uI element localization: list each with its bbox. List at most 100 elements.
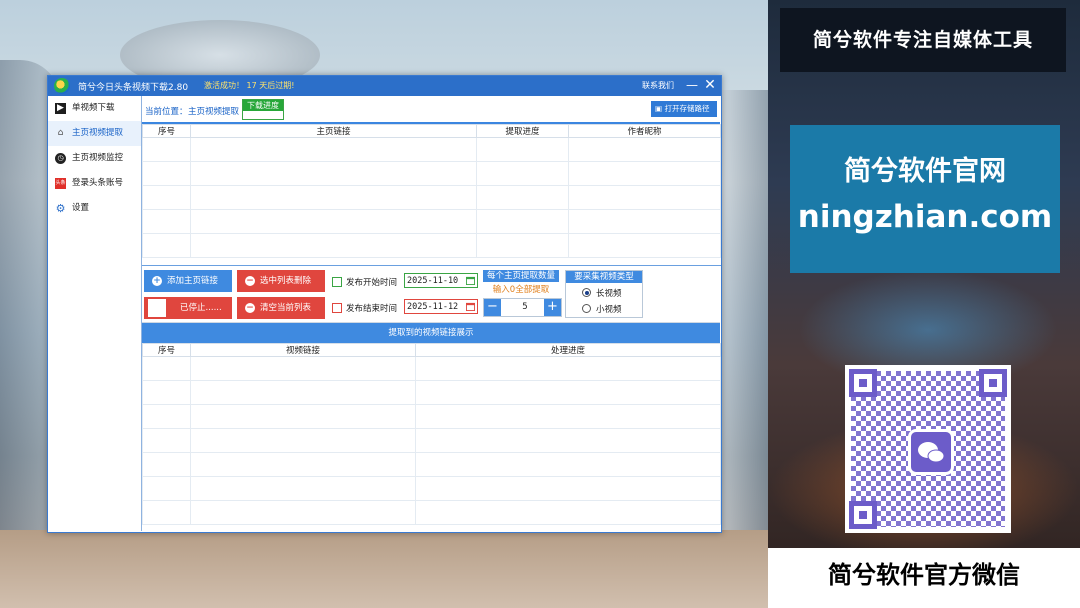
sidebar-item-label: 主页视频提取 (72, 128, 124, 138)
breadcrumb-label: 当前位置： (145, 107, 188, 117)
long-video-radio[interactable] (582, 288, 591, 297)
table-row[interactable] (142, 161, 721, 186)
add-homepage-link-button[interactable]: + 添加主页链接 (144, 270, 232, 292)
count-stepper[interactable]: − 5 + (483, 298, 562, 317)
button-label: 已停止...... (180, 303, 222, 313)
long-video-label: 长视频 (596, 289, 622, 299)
table-row[interactable] (142, 233, 721, 258)
column-header[interactable]: 主页链接 (190, 124, 477, 138)
short-video-label: 小视频 (596, 305, 622, 315)
table-row[interactable] (142, 137, 721, 162)
minimize-button[interactable]: — (685, 77, 699, 95)
decrement-button[interactable]: − (484, 299, 501, 316)
toutiao-icon: 头条 (55, 178, 66, 189)
gear-icon: ⚙ (55, 202, 66, 215)
controls-panel: + 添加主页链接 − 选中列表删除 已停止...... − 清空当前列表 发布开始时间… (142, 266, 720, 323)
column-header[interactable]: 序号 (142, 124, 191, 138)
open-storage-path-label: 打开存储路径 (664, 104, 710, 113)
count-hint: 输入0全部提取 (492, 285, 550, 295)
table-row[interactable] (142, 404, 721, 429)
promo-panel: 简兮软件专注自媒体工具 简兮软件官网 ningzhian.com 简兮软件官方微… (768, 0, 1080, 608)
count-value[interactable]: 5 (501, 299, 549, 316)
end-date-value: 2025-11-12 (407, 302, 459, 312)
title-bar[interactable]: 简兮今日头条视频下载2.80 激活成功！ 17 天后过期! 联系我们 — ✕ (48, 76, 721, 96)
app-window: 简兮今日头条视频下载2.80 激活成功！ 17 天后过期! 联系我们 — ✕ ▶… (47, 75, 722, 533)
table-header-row: 序号 主页链接 提取进度 作者昵称 (142, 124, 721, 138)
table-row[interactable] (142, 356, 721, 381)
clapper-icon: ▶ (55, 103, 66, 114)
column-header[interactable]: 序号 (142, 343, 191, 357)
activation-status: 激活成功！ 17 天后过期! (204, 81, 295, 90)
video-type-title: 要采集视频类型 (566, 271, 642, 283)
sidebar: ▶ 单视频下载 ⌂ 主页视频提取 ◷ 主页视频监控 头条 登录头条账号 ⚙ 设置 (48, 96, 142, 531)
table-header-row: 序号 视频链接 处理进度 (142, 343, 721, 357)
minus-icon: − (245, 303, 255, 313)
homepage-link-table: 序号 主页链接 提取进度 作者昵称 (142, 124, 721, 266)
download-progress-label: 下载进度 (243, 100, 283, 111)
end-time-label: 发布结束时间 (346, 304, 398, 314)
breadcrumb-current: 主页视频提取 (188, 107, 240, 117)
column-header[interactable]: 作者昵称 (568, 124, 721, 138)
short-video-radio[interactable] (582, 304, 591, 313)
stop-square-icon (148, 299, 166, 317)
qr-finder-pattern (849, 369, 877, 397)
video-link-table: 序号 视频链接 处理进度 (142, 343, 721, 531)
sidebar-item-login-toutiao[interactable]: 头条 登录头条账号 (48, 171, 141, 196)
main-panel: 当前位置： 主页视频提取 下载进度 ▣ 打开存储路径 序号 主页链接 提取进度 … (142, 96, 721, 531)
delete-selected-button[interactable]: − 选中列表删除 (237, 270, 325, 292)
qr-finder-pattern (849, 501, 877, 529)
calendar-icon[interactable] (466, 276, 475, 285)
sidebar-item-label: 设置 (72, 203, 90, 213)
promo-bottom-banner: 简兮软件官方微信 (768, 548, 1080, 608)
table-row[interactable] (142, 209, 721, 234)
start-date-input[interactable]: 2025-11-10 (404, 273, 478, 288)
end-time-checkbox[interactable] (332, 303, 342, 313)
count-panel-title: 每个主页提取数量 (483, 270, 559, 282)
promo-site-name: 简兮软件官网 (844, 156, 1006, 187)
plus-icon: + (152, 276, 162, 286)
column-header[interactable]: 处理进度 (415, 343, 721, 357)
table-row[interactable] (142, 185, 721, 210)
table-row[interactable] (142, 428, 721, 453)
table-row[interactable] (142, 380, 721, 405)
column-header[interactable]: 提取进度 (476, 124, 569, 138)
window-title: 简兮今日头条视频下载2.80 (78, 83, 189, 93)
column-header[interactable]: 视频链接 (190, 343, 416, 357)
sidebar-item-label: 登录头条账号 (72, 178, 124, 188)
breadcrumb: 当前位置： 主页视频提取 下载进度 ▣ 打开存储路径 (142, 96, 720, 124)
open-storage-path-button[interactable]: ▣ 打开存储路径 (651, 101, 717, 117)
end-date-input[interactable]: 2025-11-12 (404, 299, 478, 314)
download-progress-tab[interactable]: 下载进度 (242, 99, 284, 120)
increment-button[interactable]: + (544, 299, 561, 316)
table-row[interactable] (142, 476, 721, 501)
stopped-button[interactable]: 已停止...... (144, 297, 232, 319)
sidebar-item-settings[interactable]: ⚙ 设置 (48, 196, 141, 221)
extracted-links-header: 提取到的视频链接展示 (142, 323, 720, 343)
clear-list-button[interactable]: − 清空当前列表 (237, 297, 325, 319)
start-time-label: 发布开始时间 (346, 278, 398, 288)
home-icon: ⌂ (57, 128, 64, 138)
start-time-checkbox[interactable] (332, 277, 342, 287)
monitor-icon: ◷ (55, 153, 66, 164)
promo-site-url: ningzhian.com (797, 199, 1053, 235)
promo-top-banner: 简兮软件专注自媒体工具 (780, 8, 1066, 72)
wechat-qr-code (845, 365, 1011, 533)
button-label: 清空当前列表 (260, 303, 312, 313)
sidebar-item-label: 单视频下载 (72, 103, 115, 113)
video-type-panel: 要采集视频类型 长视频 小视频 (565, 270, 643, 318)
start-date-value: 2025-11-10 (407, 276, 459, 286)
minus-icon: − (245, 276, 255, 286)
app-logo-icon (54, 78, 70, 94)
qr-finder-pattern (979, 369, 1007, 397)
table-row[interactable] (142, 452, 721, 477)
sidebar-item-single-video[interactable]: ▶ 单视频下载 (48, 96, 141, 121)
wechat-icon (908, 429, 954, 475)
contact-us-link[interactable]: 联系我们 (642, 80, 674, 91)
table-row[interactable] (142, 500, 721, 525)
calendar-icon[interactable] (466, 302, 475, 311)
wallpaper-decoration (722, 90, 768, 560)
close-button[interactable]: ✕ (702, 76, 718, 96)
sidebar-item-homepage-extract[interactable]: ⌂ 主页视频提取 (48, 121, 141, 146)
sidebar-item-homepage-monitor[interactable]: ◷ 主页视频监控 (48, 146, 141, 171)
button-label: 选中列表删除 (260, 276, 312, 286)
